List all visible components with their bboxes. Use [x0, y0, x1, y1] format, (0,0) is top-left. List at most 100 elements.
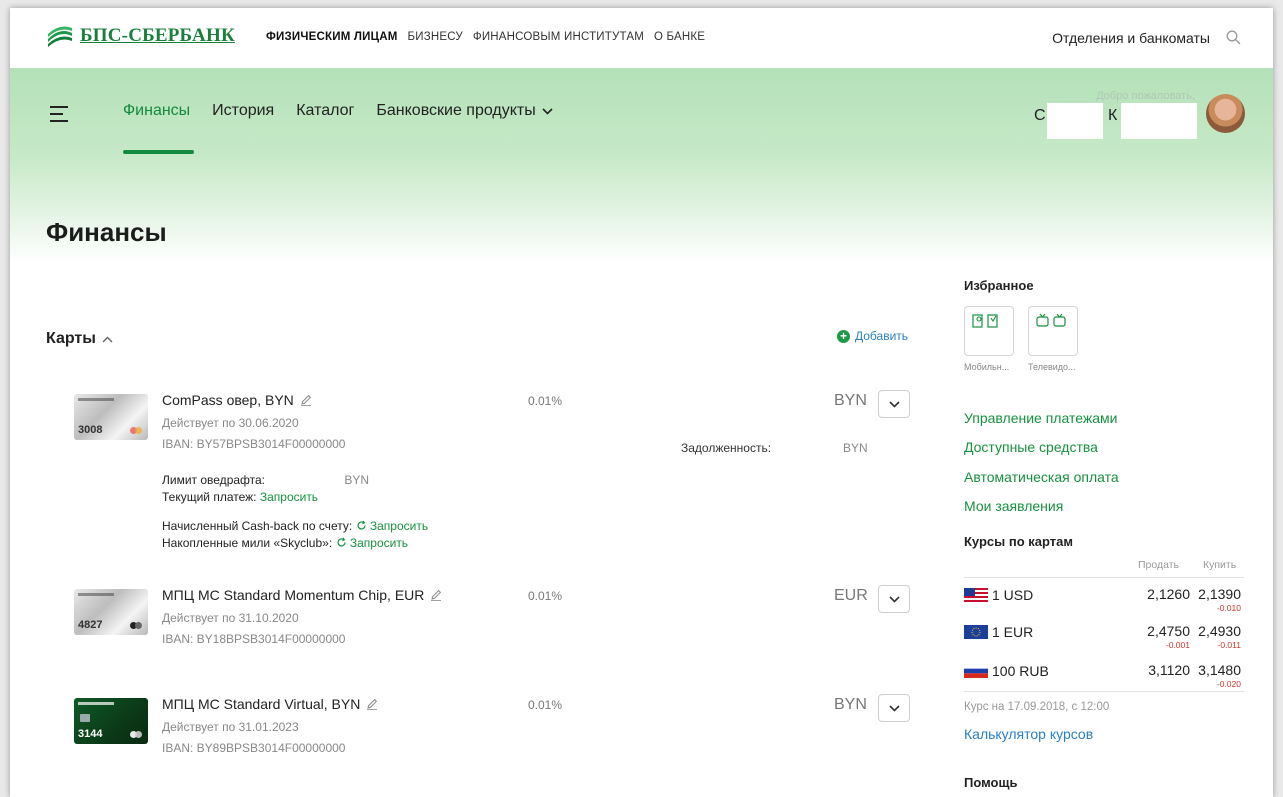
search-icon[interactable]: [1226, 30, 1241, 45]
redacted-last-name: [1121, 103, 1197, 139]
rate-currency-name: 1 EUR: [992, 624, 1034, 640]
miles-label: Накопленные мили «Skyclub»:: [162, 536, 333, 550]
debt-currency: BYN: [843, 441, 868, 455]
link-auto-payment[interactable]: Автоматическая оплата: [964, 469, 1119, 485]
card-name[interactable]: МПЦ MC Standard Momentum Chip, EUR: [162, 587, 442, 603]
rates-date-note: Курс на 17.09.2018, с 12:00: [964, 701, 1110, 713]
pencil-icon[interactable]: [430, 589, 442, 601]
card-number: 3008: [78, 424, 103, 436]
cashback-request-link[interactable]: Запросить: [356, 519, 429, 533]
active-tab-indicator: [123, 150, 194, 154]
topnav-business[interactable]: БИЗНЕСУ: [408, 31, 463, 43]
refresh-icon: [356, 520, 366, 530]
plus-icon: +: [837, 329, 850, 343]
card-dropdown-button[interactable]: [878, 694, 910, 722]
current-payment-request-link[interactable]: Запросить: [260, 490, 318, 504]
nav-bank-products-label: Банковские продукты: [376, 102, 536, 119]
add-card-button[interactable]: + Добавить: [837, 329, 908, 343]
rates-divider: [964, 691, 1244, 692]
current-payment: Текущий платеж: Запросить: [162, 490, 318, 504]
cards-section-toggle[interactable]: Карты: [46, 330, 113, 348]
nav-bank-products[interactable]: Банковские продукты: [376, 102, 553, 120]
link-available-funds[interactable]: Доступные средства: [964, 439, 1098, 455]
usa-flag-icon: [964, 588, 988, 602]
sidebar: Избранное Мобильн... Телевидо... Управле…: [964, 278, 1244, 790]
rate-buy-value: 2,4930: [1198, 623, 1241, 639]
user-name[interactable]: С: [1034, 107, 1046, 125]
card-rate: 0.01%: [528, 589, 563, 603]
cashback-request-label: Запросить: [369, 519, 429, 533]
card-rate: 0.01%: [528, 698, 563, 712]
miles-row: Накопленные мили «Skyclub»: Запросить: [162, 536, 408, 550]
card-iban: IBAN: BY89BPSB3014F00000000: [162, 741, 346, 755]
page-title: Финансы: [46, 217, 167, 247]
favorite-tv[interactable]: [1028, 306, 1078, 356]
card-number: 3144: [78, 728, 103, 740]
rate-sell-value: 3,1120: [1148, 662, 1190, 678]
link-my-applications[interactable]: Мои заявления: [964, 498, 1063, 514]
logo-icon: [46, 25, 74, 47]
card-currency: BYN: [834, 392, 867, 409]
rate-buy-value: 3,1480: [1198, 662, 1241, 678]
rate-row-usd: 1 USD 2,1260 2,1390 -0.010: [964, 586, 1244, 614]
favorites-list: [964, 306, 1078, 356]
card-currency: BYN: [834, 696, 867, 713]
branches-link[interactable]: Отделения и банкоматы: [1052, 30, 1210, 46]
miles-request-link[interactable]: Запросить: [336, 536, 409, 550]
overdraft-label: Лимит оведрафта:: [162, 473, 266, 487]
topnav-about-bank[interactable]: О БАНКЕ: [654, 31, 705, 43]
debt-label: Задолженность:: [681, 441, 772, 455]
rates-buy-header: Купить: [1203, 559, 1237, 571]
pencil-icon[interactable]: [366, 698, 378, 710]
topnav-individuals[interactable]: ФИЗИЧЕСКИМ ЛИЦАМ: [266, 31, 398, 43]
miles-request-label: Запросить: [349, 536, 409, 550]
rates-divider: [964, 577, 1244, 578]
card-name[interactable]: ComPass овер, BYN: [162, 392, 312, 408]
rate-currency-name: 100 RUB: [992, 663, 1049, 679]
nav-catalog[interactable]: Каталог: [296, 102, 354, 120]
card-iban: IBAN: BY18BPSB3014F00000000: [162, 632, 346, 646]
favorite-mobile[interactable]: [964, 306, 1014, 356]
eu-flag-icon: [964, 625, 988, 639]
bank-logo[interactable]: БПС-СБЕРБАНК: [46, 25, 235, 47]
card-image[interactable]: 3144: [74, 698, 148, 744]
main-nav: Финансы История Каталог Банковские проду…: [123, 102, 553, 120]
card-dropdown-button[interactable]: [878, 390, 910, 418]
rate-buy-delta: -0.010: [1216, 603, 1241, 613]
link-payment-management[interactable]: Управление платежами: [964, 410, 1117, 426]
avatar[interactable]: [1206, 94, 1245, 133]
rates-sell-header: Продать: [1138, 559, 1180, 571]
nav-finance[interactable]: Финансы: [123, 102, 190, 120]
rate-buy-value: 2,1390: [1198, 586, 1241, 602]
redacted-first-name: [1047, 103, 1103, 139]
favorite-tv-label: Телевидо...: [1028, 362, 1076, 372]
mobile-payment-icon: [972, 314, 998, 328]
card-name-label: МПЦ MC Standard Virtual, BYN: [162, 696, 361, 712]
nav-history[interactable]: История: [212, 102, 274, 120]
rate-row-eur: 1 EUR 2,4750 2,4930 -0.001 -0.011: [964, 623, 1244, 651]
card-image[interactable]: 3008: [74, 394, 148, 440]
card-valid-until: Действует по 30.06.2020: [162, 416, 299, 430]
rate-buy-delta: -0.011: [1217, 640, 1241, 650]
header-band: [10, 68, 1273, 263]
menu-icon[interactable]: [50, 106, 68, 122]
russia-flag-icon: [964, 664, 988, 678]
card-valid-until: Действует по 31.10.2020: [162, 611, 299, 625]
card-image[interactable]: 4827: [74, 589, 148, 635]
cashback-label: Начисленный Cash-back по счету:: [162, 519, 353, 533]
card-dropdown-button[interactable]: [878, 585, 910, 613]
rate-sell-value: 2,1260: [1147, 586, 1190, 602]
pencil-icon[interactable]: [300, 394, 312, 406]
page: БПС-СБЕРБАНК ФИЗИЧЕСКИМ ЛИЦАМ БИЗНЕСУ ФИ…: [10, 8, 1273, 797]
cards-section-title: Карты: [46, 330, 96, 347]
add-card-label: Добавить: [855, 329, 909, 343]
favorites-title: Избранное: [964, 278, 1034, 293]
card-number: 4827: [78, 619, 103, 631]
chevron-up-icon: [102, 336, 113, 342]
topnav-financial-institutions[interactable]: ФИНАНСОВЫМ ИНСТИТУТАМ: [473, 31, 644, 43]
rates-calculator-link[interactable]: Калькулятор курсов: [964, 726, 1093, 742]
card-name[interactable]: МПЦ MC Standard Virtual, BYN: [162, 696, 378, 712]
top-bar: БПС-СБЕРБАНК ФИЗИЧЕСКИМ ЛИЦАМ БИЗНЕСУ ФИ…: [10, 8, 1273, 68]
refresh-icon: [336, 537, 346, 547]
card-valid-until: Действует по 31.01.2023: [162, 720, 299, 734]
